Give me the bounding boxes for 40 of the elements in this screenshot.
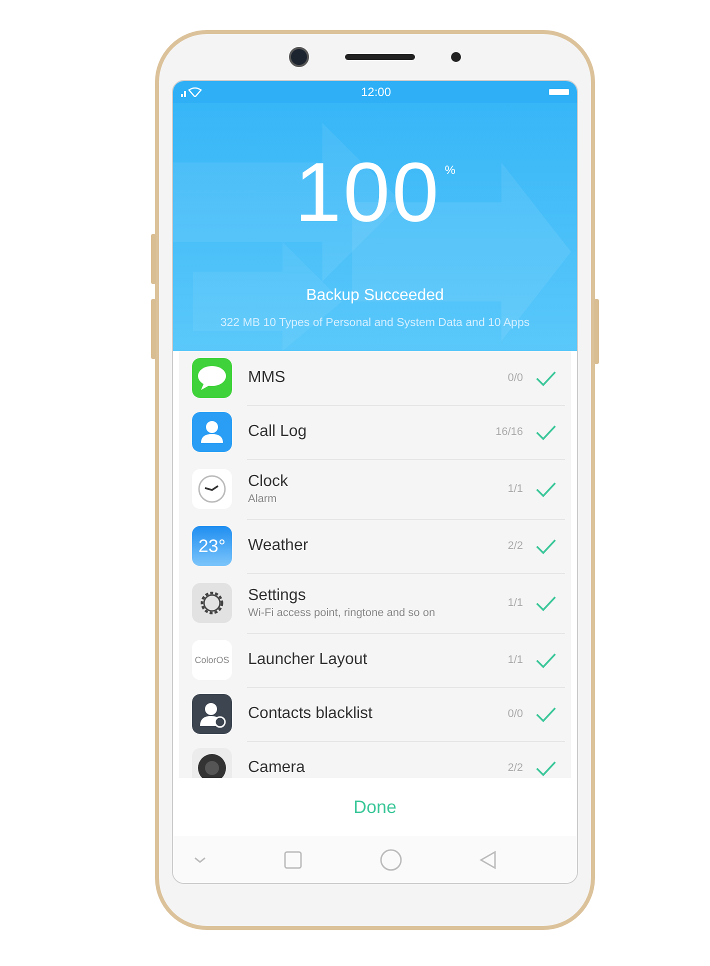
item-name: Launcher Layout [248,651,368,669]
item-count: 2/2 [508,762,523,774]
item-count: 0/0 [508,708,523,720]
back-icon[interactable] [478,850,497,870]
sensor-dot [451,52,461,62]
item-count: 16/16 [495,426,523,438]
person-icon [192,412,232,452]
camera-lens [289,47,309,67]
item-count: 2/2 [508,540,523,552]
item-name: Clock [248,473,290,491]
speaker-grille [345,54,415,60]
item-count: 1/1 [508,597,523,609]
item-name: Weather [248,537,310,555]
item-count: 1/1 [508,483,523,495]
item-name: Settings [248,587,307,605]
item-detail: Wi-Fi access point, ringtone and so on [248,607,436,619]
recent-apps-icon[interactable] [284,850,302,868]
item-name: Camera [248,759,306,777]
battery-icon [549,88,569,96]
backup-summary: 322 MB 10 Types of Personal and System Data and 10 Apps [220,317,530,329]
progress-percent: 100 [294,147,441,237]
status-time: 12:00 [360,85,392,99]
item-count: 1/1 [508,654,523,666]
percent-sign: % [444,163,456,177]
item-count: 0/0 [508,372,523,384]
item-name: MMS [248,369,286,387]
item-name: Call Log [248,423,308,441]
weather-icon: 23° [192,526,232,566]
blocked-contact-icon [192,694,232,734]
chat-bubble-icon [192,358,232,398]
gear-icon [192,583,232,623]
chevron-down-icon[interactable] [193,854,207,864]
item-name: Contacts blacklist [248,705,374,723]
signal-wifi-icon [181,87,203,97]
clock-icon [192,469,232,509]
done-button[interactable]: Done [343,792,407,822]
home-icon[interactable] [380,848,402,870]
app-logo-icon: ColorOS [192,640,232,680]
item-detail: Alarm [248,493,278,505]
backup-status-title: Backup Succeeded [306,287,444,305]
